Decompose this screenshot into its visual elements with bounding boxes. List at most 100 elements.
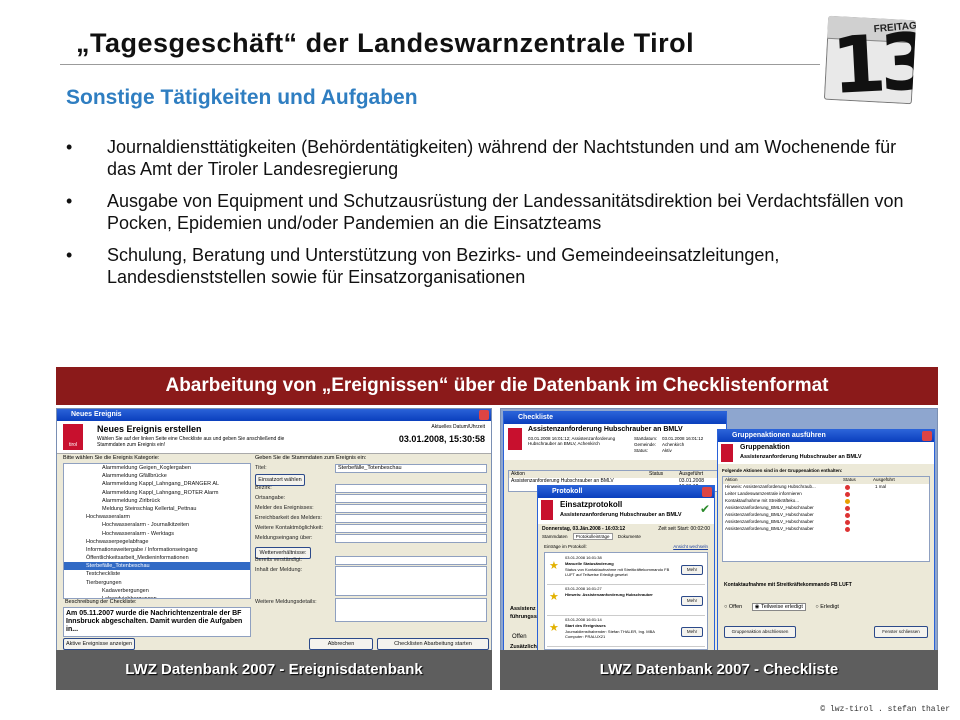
category-tree[interactable]: Alarmmeldung Geigen_Koglergaben Alarmmeld… [63, 463, 251, 599]
list-item[interactable]: Assistenzanforderung_BMLV_Hubschrauber [723, 512, 929, 519]
start-checklist-button[interactable]: Checklisten Abarbeitung starten [377, 638, 489, 650]
active-events-button[interactable]: Aktive Ereignisse anzeigen [63, 638, 135, 650]
tree-item[interactable]: Tierbergungen [64, 579, 250, 587]
form-label: Meldungseingang über: [255, 535, 313, 541]
close-group-button[interactable]: Gruppenaktion abschliessen [724, 626, 796, 638]
calendar-number: 13 [829, 17, 917, 105]
form-input[interactable] [335, 494, 487, 503]
tree-item[interactable]: Hochwasseralarm - Werktags [64, 530, 250, 538]
form-input[interactable] [335, 524, 487, 533]
tree-item[interactable]: Hochwasseralarm - Journalkitzeiten [64, 521, 250, 529]
protocol-entries: ★ 03.01.2008 16:01:38 Manuelle Statusänder… [544, 552, 708, 650]
form-label: Ortsangabe: [255, 495, 286, 501]
section-banner: Abarbeitung von „Ereignissen“ über die D… [56, 367, 938, 405]
tab-dokumente[interactable]: Dokumente [618, 534, 641, 539]
list-item[interactable]: Hinweis: Assistenzanforderung Hubschraub… [723, 484, 929, 491]
checkmark-icon: ✔ [699, 502, 710, 516]
protocol-window: Protokoll Einsatzprotokoll Assistenzanfo… [537, 485, 715, 653]
list-header: Aktion Status Ausgeführt [509, 471, 721, 478]
row-label: Hinweis: Assistenzanforderung Hubschraub… [725, 484, 816, 489]
cancel-button[interactable]: Abbrechen [309, 638, 373, 650]
view-switch-link[interactable]: Ansicht wechseln [673, 544, 708, 549]
caption-right: LWZ Datenbank 2007 - Checkliste [500, 650, 938, 690]
col-status: Status [843, 477, 856, 482]
radio-erledigt[interactable]: ○ Erledigt [815, 604, 839, 610]
tree-label: Bitte wählen Sie die Ereignis Kategorie: [63, 455, 160, 461]
tree-item[interactable]: Alarmmeldung Kappl_Lahngang_DRANGER AL [64, 480, 250, 488]
side-label-2: führungsst [510, 614, 539, 620]
tree-item[interactable]: Hochwasseralarm [64, 513, 250, 521]
bullet-item: • Ausgabe von Equipment und Schutzausrüst… [60, 190, 920, 234]
more-button[interactable]: Mehr [681, 565, 703, 575]
form-input[interactable] [335, 566, 487, 596]
caption-left: LWZ Datenbank 2007 - Ereignisdatenbank [56, 650, 492, 690]
side-label: Assistenz [510, 606, 536, 612]
close-icon[interactable] [702, 487, 712, 497]
close-icon[interactable] [922, 431, 932, 441]
form-label: Erreichbarkeit des Melders: [255, 515, 322, 521]
title-input[interactable]: Sterbefälle_Totenbeschau [335, 464, 487, 473]
form-input[interactable] [335, 556, 487, 565]
entry-time: 03.01.2008 16:01:27 [565, 586, 602, 591]
tree-item[interactable]: Öffentlichkeitsarbeit_Medieninformatione… [64, 554, 250, 562]
list-item[interactable]: Leiter Landeswarnzentrale informieren [723, 491, 929, 498]
close-window-button[interactable]: Fenster schliessen [874, 626, 928, 638]
row-note: 1 mal [875, 484, 887, 489]
form-input[interactable] [335, 504, 487, 513]
bullet-text: Schulung, Beratung und Unterstützung von… [107, 245, 780, 287]
tree-item[interactable]: Hochwasserpegelabfrage [64, 538, 250, 546]
close-icon[interactable] [479, 410, 489, 420]
group-action-list[interactable]: Aktion Status Ausgeführt Hinweis: Assist… [722, 476, 930, 562]
list-item[interactable]: Kontaktaufnahme mit Streitkräfteko... [723, 498, 929, 505]
tree-item[interactable]: Alarmmeldung Zirlbrück [64, 497, 250, 505]
form-label: Titel: [255, 465, 267, 471]
form-input[interactable] [335, 598, 487, 622]
list-item[interactable]: Assistenzanforderung_BMLV_Hubschrauber [723, 505, 929, 512]
tab-protokoll[interactable]: Protokolleinträge [572, 533, 613, 540]
list-item[interactable]: Assistenzanforderung_BMLV_Hubschrauber [723, 519, 929, 526]
radio-offen[interactable]: ○ Offen [724, 604, 742, 610]
bullet-dot: • [66, 137, 73, 157]
tree-item[interactable]: Informationsweitergabe / Informationsein… [64, 546, 250, 554]
tree-item[interactable]: Kadaverbergungen [64, 587, 250, 595]
bullet-dot: • [66, 191, 73, 211]
radio-teilweise[interactable]: ◉ Teilweise erledigt [751, 603, 806, 611]
star-icon: ★ [549, 560, 559, 572]
tree-item[interactable]: Alarmmeldung Gfällbrücke [64, 472, 250, 480]
tab-stammdaten[interactable]: Stammdaten [542, 534, 568, 539]
friday-13-calendar-image: FREITAG 13 [823, 15, 917, 105]
description-text: Am 05.11.2007 wurde die Nachrichtenzentr… [66, 610, 243, 633]
list-item[interactable]: Assistenzanforderung_BMLV_Hubschrauber [723, 526, 929, 533]
bullet-text: Ausgabe von Equipment und Schutzausrüstu… [107, 191, 904, 233]
form-input[interactable] [335, 484, 487, 493]
slide-title: „Tagesgeschäft“ der Landeswarnzentrale T… [76, 28, 695, 58]
tree-item[interactable]: Alarmmeldung Kappl_Lahngang_ROTER Alarm [64, 489, 250, 497]
form-input[interactable] [335, 534, 487, 543]
form-label: Bezirk: [255, 485, 272, 491]
tree-item[interactable]: Meldung Steinschlag Kellertal_Pettnau [64, 505, 250, 513]
tree-item[interactable]: Alarmmeldung Geigen_Koglergaben [64, 464, 250, 472]
tree-item[interactable]: Sterbefälle_Totenbeschau [64, 562, 250, 571]
row-label: Assistenzanforderung_BMLV_Hubschrauber [725, 505, 814, 510]
status-icon [845, 513, 850, 518]
row-label: Kontaktaufnahme mit Streitkräfteko... [725, 498, 800, 503]
row-label: Assistenzanforderung_BMLV_Hubschrauber [725, 526, 814, 531]
bullet-item: • Schulung, Beratung und Unterstützung vo… [60, 244, 920, 288]
form-input[interactable] [335, 514, 487, 523]
more-button[interactable]: Mehr [681, 596, 703, 606]
footer-credit: © lwz-tirol . stefan thaler [820, 705, 950, 714]
more-button[interactable]: Mehr [681, 627, 703, 637]
description-box: Am 05.11.2007 wurde die Nachrichtenzentr… [63, 607, 251, 637]
status-icon [845, 506, 850, 511]
window-title: Checkliste [518, 414, 554, 421]
entry-text: Journaldiensthabender: Stefan THALER, In… [565, 629, 655, 639]
side-radio[interactable]: Offen [512, 634, 527, 640]
form-label: Weitere Kontaktmöglichkeit: [255, 525, 324, 531]
radio-group: ○ Offen ◉ Teilweise erledigt ○ Erledigt [724, 603, 839, 611]
protocol-date: Donnerstag, 03.Jän.2008 - 16:03:12 [542, 526, 626, 532]
entry-time: 03.01.2008 16:01:38 [565, 555, 602, 560]
status-icon [845, 492, 850, 497]
row-label: Leiter Landeswarnzentrale informieren [725, 491, 802, 496]
tree-item[interactable]: Testcheckliste [64, 570, 250, 578]
tirol-logo [541, 500, 553, 520]
